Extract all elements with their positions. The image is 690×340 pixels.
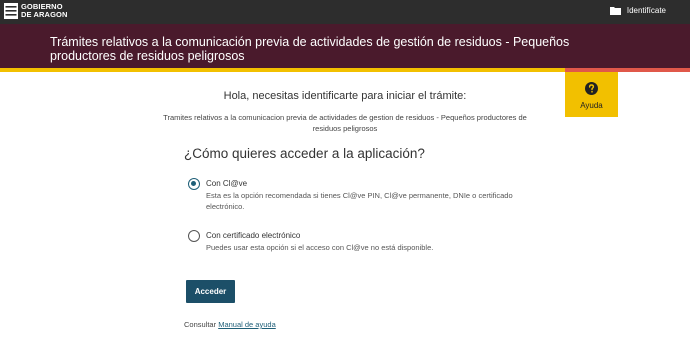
procedure-name: Tramites relativos a la comunicacion pre… [163,113,527,133]
manual-link[interactable]: Manual de ayuda [218,320,276,329]
option-certificado-description: Puedes usar esta opción si el acceso con… [206,243,434,252]
title-bar: Trámites relativos a la comunicación pre… [0,24,690,68]
logo-text: GOBIERNO DE ARAGON [21,3,67,19]
page-title: Trámites relativos a la comunicación pre… [50,35,570,63]
folder-icon [609,7,621,15]
access-question: ¿Cómo quieres acceder a la aplicación? [184,146,425,161]
consult-help: Consultar Manual de ayuda [184,320,276,329]
greeting-text: Hola, necesitas identificarte para inici… [223,90,467,102]
top-bar: GOBIERNO DE ARAGON Identifícate [0,0,690,24]
identify-button[interactable]: Identifícate [609,6,666,15]
consult-prefix: Consultar [184,320,217,329]
radio-clave[interactable] [188,178,200,190]
option-certificado-label[interactable]: Con certificado electrónico [206,231,300,240]
gobierno-aragon-logo[interactable]: GOBIERNO DE ARAGON [4,3,67,19]
help-label: Ayuda [580,101,603,110]
option-clave-label[interactable]: Con Cl@ve [206,179,247,188]
aragon-emblem-icon [4,3,18,19]
acceder-button[interactable]: Acceder [186,280,235,303]
help-button[interactable]: Ayuda [565,72,618,117]
accent-stripe-yellow [0,68,565,72]
identify-label: Identifícate [626,6,666,15]
option-clave-description: Esta es la opción recomendada si tienes … [206,191,513,211]
radio-certificado[interactable] [188,230,200,242]
question-circle-icon [585,82,598,95]
logo-line2: DE ARAGON [21,10,68,19]
